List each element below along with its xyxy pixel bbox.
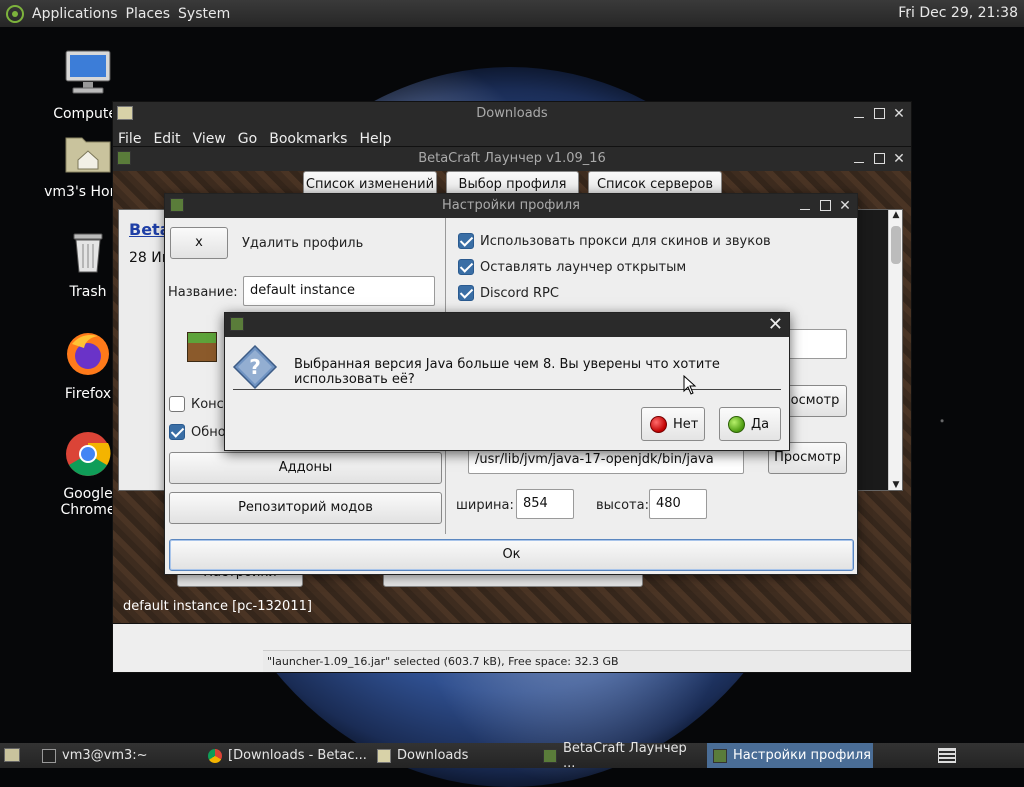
show-desktop-icon[interactable] <box>4 748 20 762</box>
minimize-button[interactable] <box>853 147 865 172</box>
delete-profile-label: Удалить профиль <box>242 236 364 251</box>
menu-system[interactable]: System <box>178 6 230 22</box>
taskbar: vm3@vm3:~ [Downloads - Betac... Download… <box>0 740 1024 771</box>
trash-icon <box>73 233 103 273</box>
scroll-up-icon[interactable]: ▲ <box>891 210 901 220</box>
betacraft-app-icon <box>543 748 557 763</box>
ok-button[interactable]: Ок <box>169 539 854 571</box>
task-profile-settings[interactable]: Настройки профиля <box>707 743 873 768</box>
addons-button[interactable]: Аддоны <box>169 452 442 484</box>
no-button[interactable]: Нет <box>641 407 705 441</box>
task-label: vm3@vm3:~ <box>62 748 148 763</box>
maximize-button[interactable] <box>819 194 831 219</box>
firefox-icon <box>67 333 109 375</box>
terminal-icon <box>42 748 56 763</box>
close-button[interactable]: ✕ <box>768 314 783 335</box>
selected-profile-label: default instance [pc-132011] <box>123 599 312 614</box>
confirm-message: Выбранная версия Java больше чем 8. Вы у… <box>294 357 720 387</box>
menu-applications[interactable]: Applications <box>32 6 118 22</box>
width-label: ширина: <box>456 498 514 513</box>
width-input[interactable]: 854 <box>516 489 574 519</box>
scroll-down-icon[interactable]: ▼ <box>891 480 901 490</box>
confirm-titlebar[interactable]: ✕ <box>225 313 789 337</box>
close-button[interactable]: ✕ <box>893 147 905 172</box>
yes-button[interactable]: Да <box>719 407 781 441</box>
mod-repository-button[interactable]: Репозиторий модов <box>169 492 442 524</box>
checkbox-checked-icon <box>458 259 474 275</box>
task-label: BetaCraft Лаунчер ... <box>562 740 687 771</box>
news-scrollbar[interactable]: ▲ ▼ <box>888 210 902 490</box>
minimize-button[interactable] <box>853 102 865 127</box>
keep-open-label: Оставлять лаунчер открытым <box>480 259 687 275</box>
menu-view[interactable]: View <box>193 131 226 147</box>
maximize-button[interactable] <box>873 147 885 172</box>
menu-help[interactable]: Help <box>359 131 391 147</box>
menu-bookmarks[interactable]: Bookmarks <box>269 131 347 147</box>
chrome-icon <box>208 748 222 763</box>
folder-icon <box>377 748 391 763</box>
discord-rpc-checkbox[interactable]: Discord RPC <box>458 285 559 301</box>
scroll-thumb[interactable] <box>891 226 901 264</box>
task-betacraft[interactable]: BetaCraft Лаунчер ... <box>537 740 703 771</box>
close-button[interactable]: ✕ <box>839 194 851 219</box>
folder-icon <box>117 106 133 120</box>
betacraft-titlebar[interactable]: BetaCraft Лаунчер v1.09_16 ✕ <box>113 147 911 171</box>
yes-green-icon <box>728 415 745 433</box>
task-label: [Downloads - Betac... <box>228 748 367 763</box>
menu-go[interactable]: Go <box>238 131 257 147</box>
delete-profile-button[interactable]: x <box>170 227 228 259</box>
downloads-statusbar: "launcher-1.09_16.jar" selected (603.7 k… <box>263 650 911 672</box>
task-label: Downloads <box>397 748 469 763</box>
workspace-switcher-icon[interactable] <box>938 748 956 763</box>
confirm-separator <box>233 389 781 390</box>
betacraft-app-icon <box>170 198 184 212</box>
close-button[interactable]: ✕ <box>893 102 905 127</box>
menu-edit[interactable]: Edit <box>153 131 180 147</box>
profile-dialog-titlebar[interactable]: Настройки профиля ✕ <box>165 194 857 218</box>
computer-icon <box>65 50 111 94</box>
betacraft-app-icon <box>713 748 727 763</box>
betacraft-app-icon <box>230 317 244 331</box>
top-panel: Applications Places System ⋮ Fri Dec 29,… <box>0 0 1024 27</box>
checkbox-checked-icon <box>458 233 474 249</box>
profile-dialog-title: Настройки профиля <box>442 198 580 213</box>
name-label: Название: <box>168 285 238 300</box>
menu-places[interactable]: Places <box>126 6 171 22</box>
svg-text:?: ? <box>249 355 261 379</box>
height-input[interactable]: 480 <box>649 489 707 519</box>
keep-open-checkbox[interactable]: Оставлять лаунчер открытым <box>458 259 686 275</box>
height-label: высота: <box>596 498 649 513</box>
menu-file[interactable]: File <box>118 131 141 147</box>
yes-button-label: Да <box>751 416 770 432</box>
checkbox-checked-icon <box>169 424 185 440</box>
minimize-button[interactable] <box>799 194 811 219</box>
question-icon: ? <box>232 344 278 390</box>
no-button-label: Нет <box>673 416 699 432</box>
downloads-titlebar[interactable]: Downloads ✕ <box>113 102 911 126</box>
task-terminal[interactable]: vm3@vm3:~ <box>36 743 198 768</box>
task-label: Настройки профиля <box>733 748 871 763</box>
maximize-button[interactable] <box>873 102 885 127</box>
home-folder-icon <box>65 137 111 173</box>
task-downloads-folder[interactable]: Downloads <box>371 743 531 768</box>
checkbox-checked-icon <box>458 285 474 301</box>
chrome-icon <box>66 432 111 476</box>
distro-logo-icon <box>6 4 24 23</box>
betacraft-title: BetaCraft Лаунчер v1.09_16 <box>418 151 606 166</box>
discord-rpc-label: Discord RPC <box>480 285 559 301</box>
downloads-title: Downloads <box>476 106 548 121</box>
grass-block-icon <box>187 332 217 362</box>
mouse-cursor-icon <box>683 375 697 395</box>
java-version-confirm-dialog: ✕ ? Выбранная версия Java больше чем 8. … <box>224 312 790 451</box>
task-chrome-downloads[interactable]: [Downloads - Betac... <box>202 743 368 768</box>
proxy-label: Использовать прокси для скинов и звуков <box>480 233 771 249</box>
profile-name-input[interactable]: default instance <box>243 276 435 306</box>
betacraft-app-icon <box>117 151 131 165</box>
proxy-checkbox[interactable]: Использовать прокси для скинов и звуков <box>458 233 771 249</box>
no-red-icon <box>650 415 667 433</box>
panel-clock[interactable]: Fri Dec 29, 21:38 <box>898 5 1018 21</box>
checkbox-unchecked-icon <box>169 396 185 412</box>
